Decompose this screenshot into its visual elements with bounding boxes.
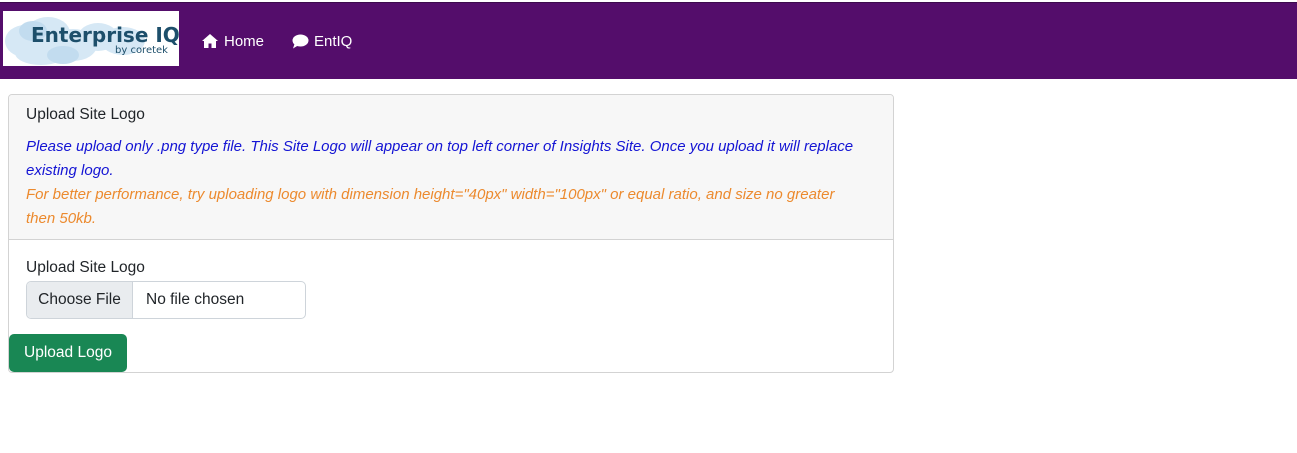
logo-subtitle: by coretek bbox=[115, 45, 168, 56]
nav-item-home[interactable]: Home bbox=[201, 30, 264, 52]
chat-bubble-icon bbox=[292, 34, 309, 48]
nav-item-label: Home bbox=[224, 32, 265, 50]
card-title: Upload Site Logo bbox=[26, 106, 145, 123]
logo-title: Enterprise IQ bbox=[31, 23, 179, 47]
choose-file-button[interactable]: Choose File bbox=[27, 282, 133, 318]
file-status-text: No file chosen bbox=[146, 291, 245, 308]
upload-logo-button[interactable]: Upload Logo bbox=[9, 334, 127, 372]
logo-file-input[interactable]: Choose File No file chosen bbox=[26, 281, 306, 319]
upload-instructions: Please upload only .png type file. This … bbox=[26, 138, 854, 179]
nav-item-label: EntIQ bbox=[314, 32, 353, 50]
card-header: Upload Site Logo Please upload only .png… bbox=[9, 95, 893, 240]
file-field-label: Upload Site Logo bbox=[26, 259, 145, 276]
performance-tip: For better performance, try uploading lo… bbox=[26, 186, 835, 227]
upload-logo-card: Upload Site Logo Please upload only .png… bbox=[8, 94, 894, 373]
top-navbar: Enterprise IQ by coretek Home EntIQ bbox=[0, 2, 1297, 79]
brand-logo[interactable]: Enterprise IQ by coretek bbox=[3, 11, 179, 66]
home-icon bbox=[202, 34, 218, 48]
nav-item-entiq[interactable]: EntIQ bbox=[292, 30, 352, 52]
